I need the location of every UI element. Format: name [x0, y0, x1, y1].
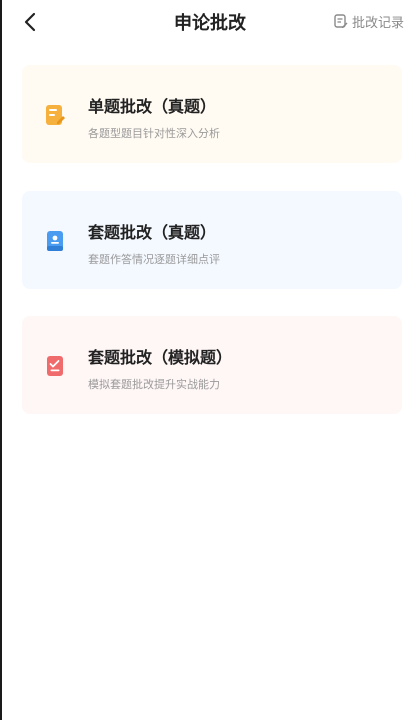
checklist-icon	[47, 356, 63, 376]
card-description: 套题作答情况逐题详细点评	[88, 253, 220, 266]
records-button[interactable]: 批改记录	[334, 12, 404, 31]
records-label: 批改记录	[351, 16, 404, 31]
card-full-set-real[interactable]: 套题批改（真题） 套题作答情况逐题详细点评	[22, 191, 402, 289]
card-title: 套题批改（真题）	[88, 223, 217, 242]
card-full-set-mock[interactable]: 套题批改（模拟题） 模拟套题批改提升实战能力	[22, 316, 402, 414]
card-title: 单题批改（真题）	[88, 97, 217, 116]
card-description: 模拟套题批改提升实战能力	[88, 378, 220, 391]
card-title: 套题批改（模拟题）	[88, 348, 233, 367]
left-edge-line	[0, 0, 2, 720]
document-edit-icon	[46, 105, 65, 125]
book-icon	[47, 231, 63, 251]
record-edit-icon	[334, 14, 348, 28]
card-description: 各题型题目针对性深入分析	[88, 127, 220, 140]
nav-header: 申论批改 批改记录	[0, 0, 420, 44]
card-single-question-real[interactable]: 单题批改（真题） 各题型题目针对性深入分析	[22, 65, 402, 163]
